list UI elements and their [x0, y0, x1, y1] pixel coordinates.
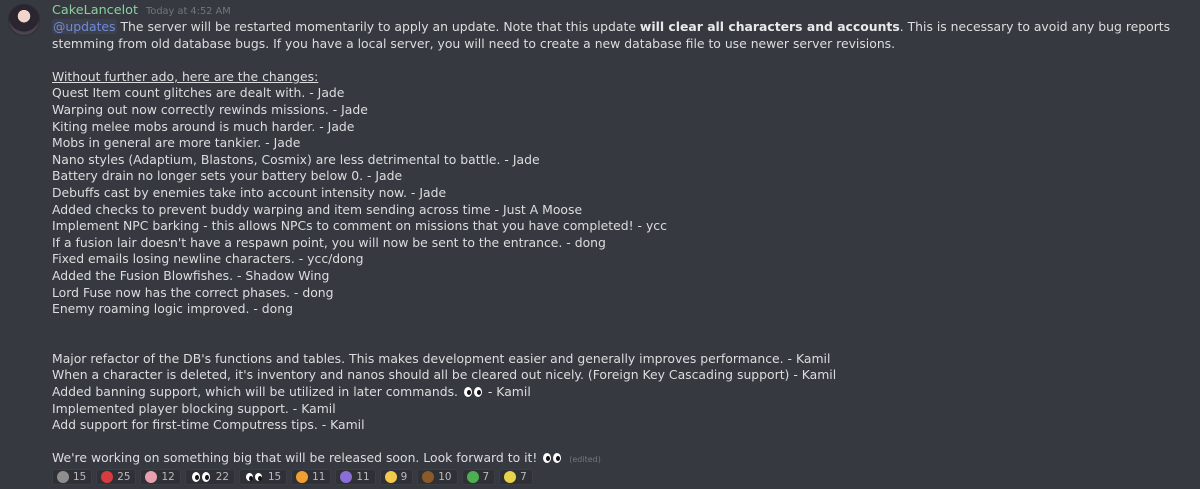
db-change-line: Major refactor of the DB's functions and… [52, 350, 831, 366]
change-line: Battery drain no longer sets your batter… [52, 168, 403, 184]
change-line: Quest Item count glitches are dealt with… [52, 85, 345, 101]
author-name[interactable]: CakeLancelot [52, 3, 138, 18]
closing-line: We're working on something big that will… [52, 450, 1190, 469]
reaction-orange[interactable]: 11 [291, 469, 332, 485]
smiley-emoji-icon [384, 471, 397, 483]
db-change-line: When a character is deleted, it's invent… [52, 367, 837, 383]
changes-heading: Without further ado, here are the change… [52, 68, 319, 84]
banning-suffix: - Kamil [487, 384, 531, 400]
banning-text: Added banning support, which will be uti… [52, 384, 458, 400]
orange-emoji-icon [296, 471, 309, 483]
reaction-bar: 15 25 12 22 15 11 11 9 10 7 7 [52, 469, 533, 485]
purple-emoji-icon [340, 471, 353, 483]
yellow-emoji-icon [504, 471, 517, 483]
reaction-custom[interactable]: 15 [52, 469, 93, 485]
change-line: Lord Fuse now has the correct phases. - … [52, 284, 334, 300]
closing-text: We're working on something big that will… [52, 450, 538, 466]
reaction-purple[interactable]: 11 [335, 469, 376, 485]
chat-message: CakeLancelot Today at 4:52 AM @updates T… [0, 0, 1200, 489]
reaction-green[interactable]: 7 [461, 469, 496, 485]
change-line: Mobs in general are more tankier. - Jade [52, 135, 301, 151]
reaction-count: 10 [438, 471, 452, 483]
reaction-avatar[interactable]: 10 [417, 469, 458, 485]
reaction-smiley[interactable]: 9 [379, 469, 414, 485]
reaction-yellow[interactable]: 7 [499, 469, 533, 485]
intro-paragraph: @updates The server will be restarted mo… [52, 19, 1190, 52]
eyes-emoji-icon [191, 472, 210, 482]
reaction-count: 11 [312, 471, 326, 483]
green-emoji-icon [466, 471, 479, 483]
change-line: Debuffs cast by enemies take into accoun… [52, 184, 447, 200]
edited-label: (edited) [569, 455, 601, 465]
reaction-red[interactable]: 25 [96, 469, 137, 485]
message-header: CakeLancelot Today at 4:52 AM [52, 3, 231, 19]
change-line: Added checks to prevent buddy warping an… [52, 201, 583, 217]
intro-pre-bold: The server will be restarted momentarily… [116, 19, 640, 34]
change-line: Fixed emails losing newline characters. … [52, 251, 364, 267]
reaction-count: 9 [400, 471, 408, 483]
reaction-count: 12 [161, 471, 175, 483]
change-line: If a fusion lair doesn't have a respawn … [52, 234, 606, 250]
change-line: Nano styles (Adaptium, Blastons, Cosmix)… [52, 151, 540, 167]
change-line: Implemented player blocking support. - K… [52, 400, 336, 416]
change-line: Added the Fusion Blowfishes. - Shadow Wi… [52, 267, 330, 283]
eyes-emoji-icon [543, 453, 562, 464]
reaction-eyes-small[interactable]: 15 [238, 469, 288, 485]
banning-line: Added banning support, which will be uti… [52, 384, 1190, 401]
eyes-emoji-icon [463, 387, 482, 398]
change-line: Warping out now correctly rewinds missio… [52, 101, 368, 117]
reaction-count: 15 [73, 471, 87, 483]
change-line: Add support for first-time Computress ti… [52, 417, 365, 433]
pink-emoji-icon [145, 471, 158, 483]
message-content: @updates The server will be restarted mo… [52, 19, 1190, 469]
custom-emoji-icon [57, 471, 69, 483]
red-emoji-icon [101, 471, 114, 483]
role-mention[interactable]: @updates [52, 19, 117, 34]
avatar[interactable] [8, 4, 40, 36]
reaction-count: 15 [267, 471, 282, 483]
reaction-count: 25 [117, 471, 131, 483]
reaction-count: 7 [520, 471, 527, 483]
eyes-small-emoji-icon [245, 473, 262, 481]
avatar-emoji-icon [422, 471, 435, 483]
reaction-count: 11 [356, 471, 370, 483]
reaction-count: 22 [215, 471, 229, 483]
reaction-eyes[interactable]: 22 [184, 469, 235, 485]
intro-bold: will clear all characters and accounts [639, 19, 900, 34]
change-line: Implement NPC barking - this allows NPCs… [52, 218, 667, 234]
reaction-pink[interactable]: 12 [140, 469, 181, 485]
reaction-count: 7 [482, 471, 490, 483]
change-line: Kiting melee mobs around is much harder.… [52, 118, 355, 134]
message-timestamp: Today at 4:52 AM [146, 6, 231, 17]
change-line: Enemy roaming logic improved. - dong [52, 301, 293, 317]
